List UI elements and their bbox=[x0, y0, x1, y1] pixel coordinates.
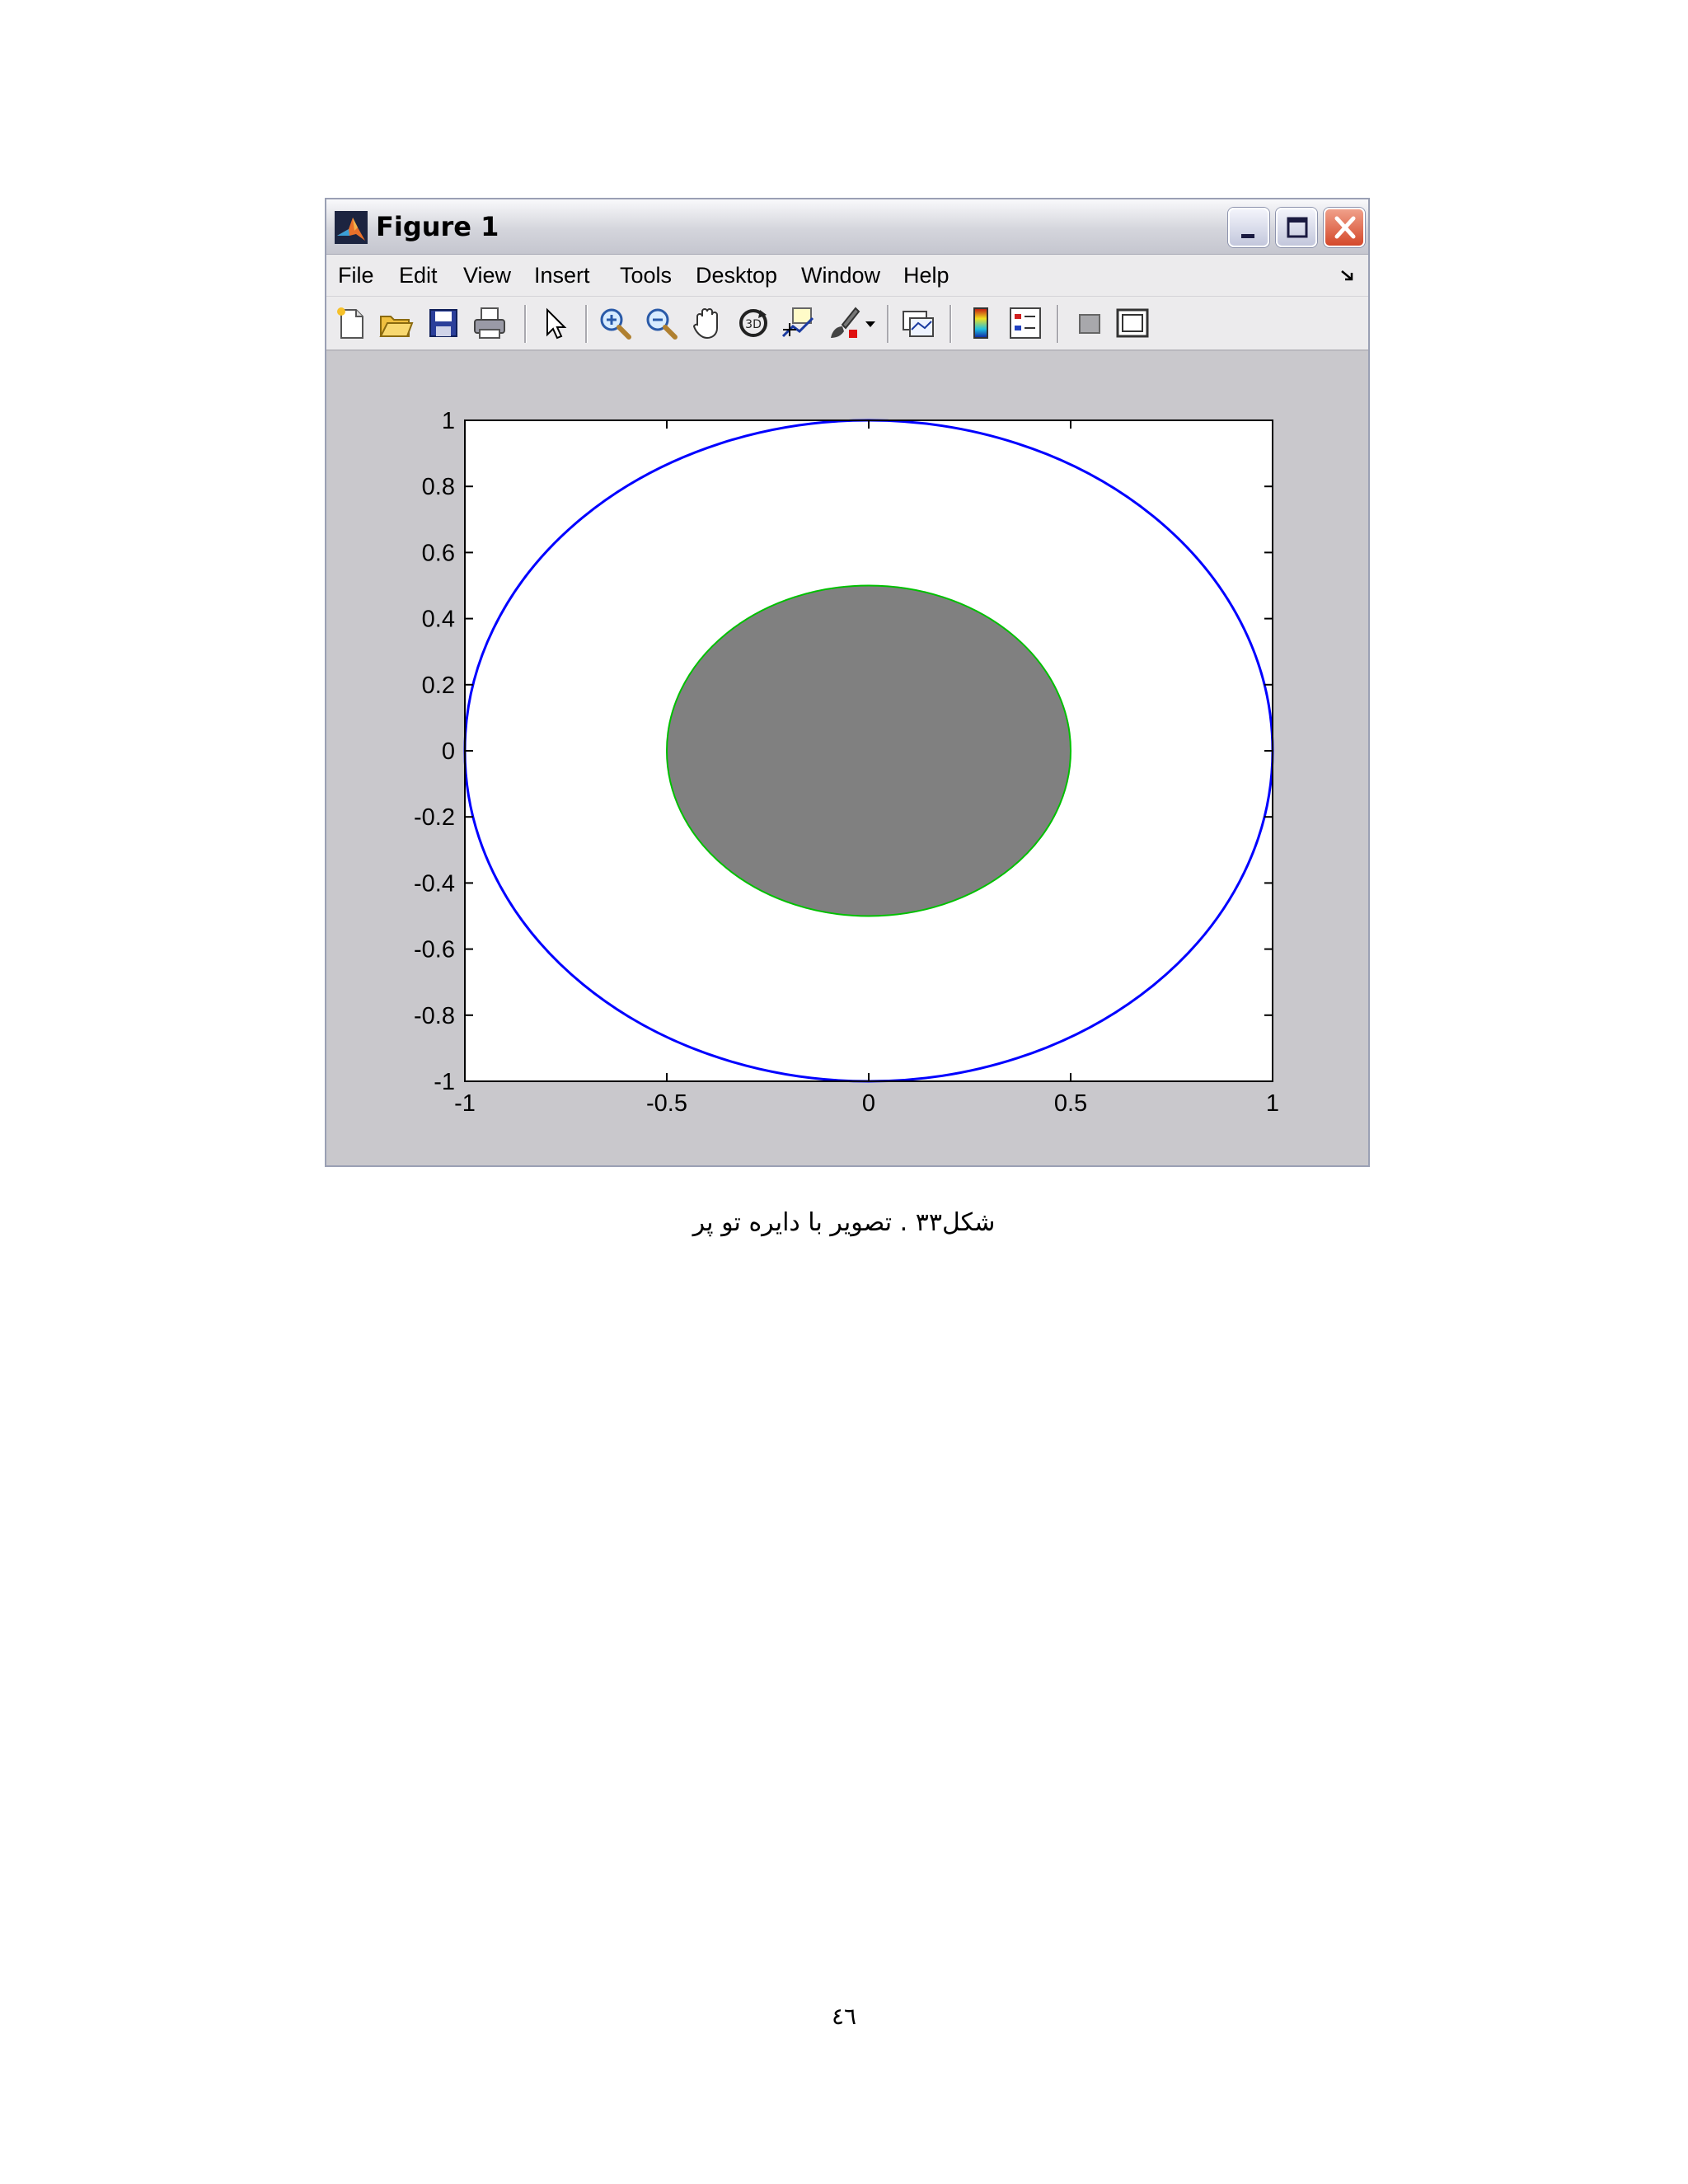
data-cursor-icon bbox=[781, 307, 814, 338]
y-tick-label: -1 bbox=[434, 1069, 455, 1095]
pointer-arrow-icon bbox=[546, 307, 567, 340]
svg-text:3D: 3D bbox=[745, 318, 762, 331]
menu-tools[interactable]: Tools bbox=[620, 260, 672, 290]
print-button[interactable] bbox=[471, 305, 508, 341]
y-tick-label: 0.2 bbox=[422, 673, 455, 699]
toolbar-separator bbox=[887, 305, 889, 343]
toolbar: 3D bbox=[326, 297, 1368, 351]
toolbar-separator bbox=[1057, 305, 1059, 343]
zoom-in-button[interactable] bbox=[597, 305, 633, 341]
menu-bar: File Edit View Insert Tools Desktop Wind… bbox=[326, 255, 1368, 297]
maximize-button[interactable] bbox=[1276, 208, 1317, 247]
brush-icon bbox=[831, 307, 860, 338]
x-tick-label: -0.5 bbox=[646, 1090, 687, 1117]
y-tick-label: -0.4 bbox=[414, 870, 455, 897]
undock-arrow-icon[interactable] bbox=[1340, 269, 1355, 283]
minimize-button[interactable] bbox=[1228, 208, 1269, 247]
y-tick-label: -0.2 bbox=[414, 804, 455, 831]
brush-dropdown-button[interactable] bbox=[862, 305, 879, 341]
menu-window[interactable]: Window bbox=[801, 260, 880, 290]
save-icon bbox=[429, 309, 457, 337]
new-file-button[interactable] bbox=[333, 305, 369, 341]
brush-button[interactable] bbox=[826, 305, 862, 341]
legend-button[interactable] bbox=[1007, 305, 1043, 341]
figure-caption: شکل۳۳ . تصویر با دایره تو پر bbox=[692, 1208, 996, 1237]
maximize-icon bbox=[1287, 217, 1308, 238]
x-tick-label: 0.5 bbox=[1054, 1090, 1087, 1117]
plot-canvas[interactable]: -1 -0.5 0 0.5 1 -1 -0.8 -0.6 -0.4 -0.2 0 0.2 0.4 0.6 0… bbox=[326, 351, 1368, 1165]
figure-window: Figure 1 File Edit View Insert Tools Des… bbox=[325, 198, 1370, 1167]
minimize-icon bbox=[1241, 234, 1254, 238]
y-tick-label: 0 bbox=[442, 738, 455, 765]
colorbar-icon bbox=[973, 307, 988, 339]
toolbar-separator bbox=[950, 305, 952, 343]
zoom-in-icon bbox=[600, 308, 631, 340]
menu-file[interactable]: File bbox=[338, 260, 374, 290]
y-tick-label: 0.8 bbox=[422, 474, 455, 500]
menu-insert[interactable]: Insert bbox=[534, 260, 590, 290]
brush-dropdown-icon bbox=[865, 321, 875, 327]
rotate-3d-icon: 3D bbox=[739, 309, 767, 337]
data-cursor-button[interactable] bbox=[780, 305, 816, 341]
show-plot-tools-icon bbox=[1116, 308, 1149, 338]
title-bar[interactable]: Figure 1 bbox=[326, 199, 1368, 255]
menu-edit[interactable]: Edit bbox=[399, 260, 438, 290]
save-button[interactable] bbox=[425, 305, 462, 341]
y-tick-label: -0.8 bbox=[414, 1003, 455, 1029]
menu-view[interactable]: View bbox=[463, 260, 511, 290]
plot-area: -1 -0.5 0 0.5 1 -1 -0.8 -0.6 -0.4 -0.2 0 0.2 0.4 0.6 0… bbox=[326, 351, 1368, 1165]
y-tick-label: 0.4 bbox=[422, 607, 455, 633]
close-icon bbox=[1334, 216, 1356, 239]
link-plot-button[interactable] bbox=[900, 305, 936, 341]
open-button[interactable] bbox=[377, 305, 414, 341]
menu-desktop[interactable]: Desktop bbox=[696, 260, 777, 290]
x-tick-label: 0 bbox=[862, 1090, 875, 1117]
page-number: ٤٦ bbox=[831, 2003, 857, 2030]
colorbar-button[interactable] bbox=[963, 305, 999, 341]
filled-inner-circle bbox=[666, 584, 1071, 917]
open-folder-icon bbox=[379, 316, 414, 337]
toolbar-separator bbox=[585, 305, 588, 343]
zoom-out-button[interactable] bbox=[643, 305, 679, 341]
hide-plot-tools-icon bbox=[1079, 314, 1100, 334]
y-tick-label: -0.6 bbox=[414, 937, 455, 963]
matlab-logo-icon bbox=[335, 211, 368, 244]
x-tick-label: -1 bbox=[454, 1090, 476, 1117]
window-title: Figure 1 bbox=[376, 211, 499, 242]
rotate-button[interactable]: 3D bbox=[735, 305, 771, 341]
show-plot-tools-button[interactable] bbox=[1114, 305, 1151, 341]
legend-icon bbox=[1010, 307, 1041, 339]
y-tick-label: 0.6 bbox=[422, 540, 455, 566]
close-button[interactable] bbox=[1324, 208, 1365, 247]
y-tick-label: 1 bbox=[442, 408, 455, 434]
pan-hand-icon bbox=[692, 308, 718, 340]
new-file-icon bbox=[337, 307, 363, 339]
pointer-button[interactable] bbox=[536, 305, 572, 341]
zoom-out-icon bbox=[646, 308, 678, 340]
hide-plot-tools-button[interactable] bbox=[1071, 305, 1108, 341]
x-tick-label: 1 bbox=[1266, 1090, 1279, 1117]
menu-help[interactable]: Help bbox=[903, 260, 950, 290]
link-plot-icon bbox=[903, 311, 934, 337]
print-icon bbox=[474, 307, 505, 339]
toolbar-separator bbox=[524, 305, 527, 343]
pan-button[interactable] bbox=[689, 305, 725, 341]
